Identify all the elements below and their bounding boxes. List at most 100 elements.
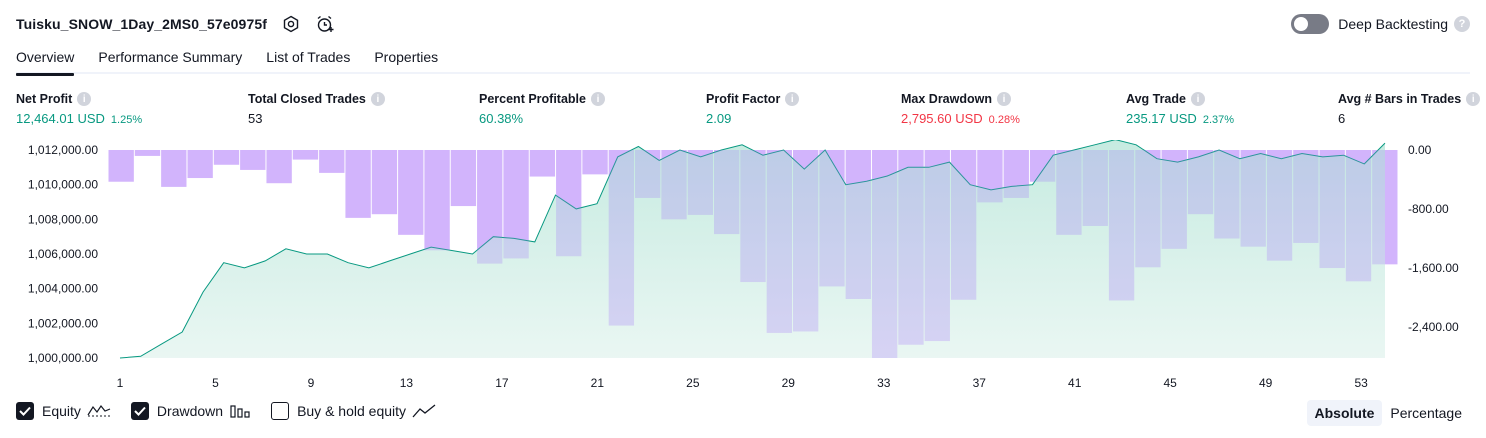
info-icon[interactable]: i xyxy=(77,92,92,106)
drawdown-bar-overlay xyxy=(1266,150,1293,261)
scale-mode-switch: Absolute Percentage xyxy=(1306,400,1471,426)
drawdown-bar-overlay xyxy=(1003,150,1029,198)
metric-label: Avg # Bars in Trades xyxy=(1338,92,1462,106)
toggle-knob xyxy=(1294,17,1309,31)
info-icon[interactable]: i xyxy=(1466,92,1481,106)
tab-list-of-trades[interactable]: List of Trades xyxy=(266,44,350,74)
metric-value: 53 xyxy=(248,111,263,126)
drawdown-bar-overlay xyxy=(1135,150,1161,268)
legend-equity[interactable]: Equity xyxy=(16,402,111,420)
drawdown-bar-overlay xyxy=(292,150,319,160)
drawdown-bar-overlay xyxy=(161,150,187,187)
y-left-tick-label: 1,008,000.00 xyxy=(28,212,98,226)
y-left-tick-label: 1,002,000.00 xyxy=(28,316,98,330)
drawdown-bar-overlay xyxy=(819,150,845,287)
drawdown-bar-overlay xyxy=(661,150,687,220)
x-tick-label: 13 xyxy=(400,376,414,390)
tab-overview[interactable]: Overview xyxy=(16,44,75,76)
checkbox-checked-icon[interactable] xyxy=(16,402,34,420)
drawdown-bar-overlay xyxy=(424,150,450,251)
drawdown-bar-overlay xyxy=(240,150,266,170)
y-left-tick-label: 1,004,000.00 xyxy=(28,282,98,296)
metric-profit-factor: Profit Factor i 2.09 xyxy=(706,92,800,126)
info-icon[interactable]: i xyxy=(997,92,1011,106)
tab-performance-summary[interactable]: Performance Summary xyxy=(98,44,242,74)
metric-value: 12,464.01 USD xyxy=(16,111,105,126)
percentage-button[interactable]: Percentage xyxy=(1382,400,1470,426)
drawdown-bar-overlay xyxy=(845,150,871,299)
metric-label: Percent Profitable xyxy=(479,92,586,106)
drawdown-bar-overlay xyxy=(1240,150,1266,247)
deep-backtesting-toggle[interactable] xyxy=(1291,14,1330,34)
metric-total-closed-trades: Total Closed Trades i 53 xyxy=(248,92,385,126)
question-icon[interactable]: ? xyxy=(1454,16,1470,32)
metric-net-profit: Net Profit i 12,464.01 USD 1.25% xyxy=(16,92,142,126)
drawdown-bar-overlay xyxy=(977,150,1003,203)
drawdown-bar-overlay xyxy=(1293,150,1319,243)
x-tick-label: 29 xyxy=(782,376,796,390)
drawdown-bar-overlay xyxy=(187,150,213,179)
legend-drawdown[interactable]: Drawdown xyxy=(130,402,251,420)
drawdown-bar-overlay xyxy=(1108,150,1135,301)
drawdown-bar-overlay xyxy=(556,150,582,257)
x-tick-label: 37 xyxy=(973,376,987,390)
equity-drawdown-chart: 1,000,000.00 1,002,000.00 1,004,000.00 1,00… xyxy=(28,140,1459,390)
checkbox-checked-icon[interactable] xyxy=(130,402,149,420)
legend-buy-hold[interactable]: Buy & hold equity xyxy=(271,402,436,420)
deep-backtesting-control: Deep Backtesting ? xyxy=(1291,12,1470,36)
drawdown-bar-overlay xyxy=(1187,150,1214,215)
info-icon[interactable]: i xyxy=(590,92,605,106)
metric-percent: 0.28% xyxy=(988,114,1020,126)
info-icon[interactable]: i xyxy=(785,92,800,106)
drawdown-bar-overlay xyxy=(714,150,740,235)
x-tick-label: 17 xyxy=(495,376,509,390)
x-tick-label: 49 xyxy=(1259,376,1273,390)
gear-icon[interactable] xyxy=(281,14,301,34)
drawdown-bar-overlay xyxy=(345,150,371,218)
drawdown-bar-overlay xyxy=(1029,150,1056,182)
drawdown-bar-overlay xyxy=(950,150,977,300)
drawdown-bar-overlay xyxy=(266,150,292,184)
alarm-add-icon[interactable] xyxy=(315,14,335,34)
strategy-name: Tuisku_SNOW_1Day_2MS0_57e0975f xyxy=(16,16,267,32)
drawdown-bar-overlay xyxy=(582,150,608,175)
metric-label: Max Drawdown xyxy=(901,92,992,106)
x-tick-label: 9 xyxy=(308,376,315,390)
metric-avg-trade: Avg Trade i 235.17 USD 2.37% xyxy=(1126,92,1234,126)
metric-label: Total Closed Trades xyxy=(248,92,366,106)
drawdown-bar-overlay xyxy=(1082,150,1108,226)
drawdown-bar-overlay xyxy=(1372,150,1398,265)
metric-value: 6 xyxy=(1338,111,1346,126)
info-icon[interactable]: i xyxy=(1190,92,1205,106)
strategy-header: Tuisku_SNOW_1Day_2MS0_57e0975f xyxy=(16,12,335,36)
x-tick-label: 53 xyxy=(1354,376,1368,390)
metric-value: 2,795.60 USD xyxy=(901,111,983,126)
metric-value: 2.09 xyxy=(706,111,732,126)
drawdown-bar-overlay xyxy=(1319,150,1345,269)
x-tick-label: 25 xyxy=(686,376,700,390)
equity-line-icon xyxy=(87,403,111,419)
metric-percent-profitable: Percent Profitable i 60.38% xyxy=(479,92,605,126)
drawdown-bar-overlay xyxy=(503,150,529,259)
legend-drawdown-label: Drawdown xyxy=(156,403,224,419)
absolute-button[interactable]: Absolute xyxy=(1306,400,1383,426)
metric-label: Net Profit xyxy=(16,92,73,106)
drawdown-bar-overlay xyxy=(766,150,792,333)
y-right-tick-label: -1,600.00 xyxy=(1408,261,1459,275)
tab-properties[interactable]: Properties xyxy=(374,44,438,74)
metric-avg-bars-in-trades: Avg # Bars in Trades i 6 xyxy=(1338,92,1481,126)
y-right-tick-label: -2,400.00 xyxy=(1408,320,1459,334)
drawdown-bar-overlay xyxy=(608,150,635,326)
x-tick-label: 5 xyxy=(212,376,219,390)
x-tick-label: 33 xyxy=(877,376,891,390)
info-icon[interactable]: i xyxy=(370,92,385,106)
y-left-tick-label: 1,010,000.00 xyxy=(28,178,98,192)
checkbox-unchecked-icon[interactable] xyxy=(271,402,290,420)
x-tick-label: 21 xyxy=(591,376,605,390)
metric-percent: 2.37% xyxy=(1202,114,1235,126)
drawdown-bar-overlay xyxy=(924,150,950,342)
drawdown-bar-overlay xyxy=(529,150,556,177)
drawdown-bar-overlay xyxy=(108,150,134,182)
x-tick-label: 45 xyxy=(1164,376,1178,390)
metric-value: 235.17 USD xyxy=(1126,111,1197,126)
